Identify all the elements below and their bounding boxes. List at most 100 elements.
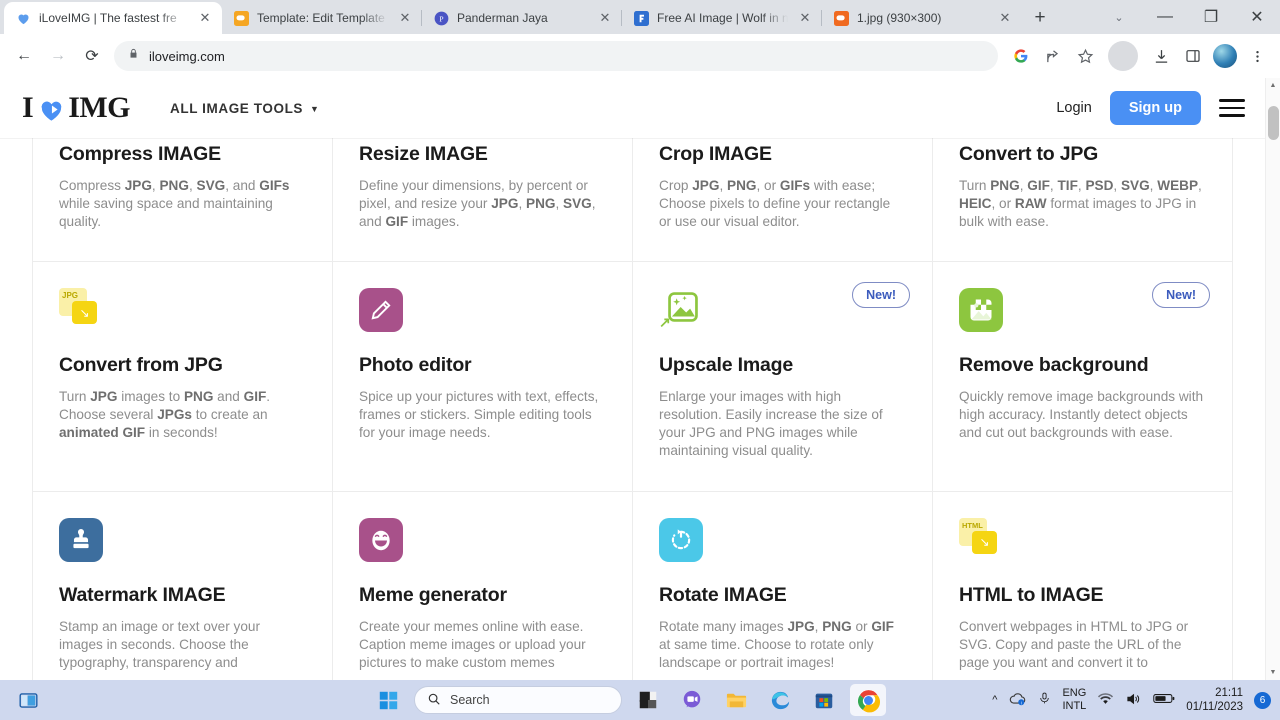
browser-tab-4-title: Free AI Image | Wolf in n [657, 11, 788, 25]
tool-card[interactable]: Crop IMAGE Crop JPG, PNG, or GIFs with ea… [633, 138, 933, 263]
close-window-button[interactable]: ✕ [1234, 0, 1280, 34]
new-tab-button[interactable]: + [1026, 4, 1054, 32]
close-icon[interactable]: ✕ [996, 9, 1014, 27]
tool-card-description: Define your dimensions, by percent or pi… [359, 178, 596, 230]
browser-tab-1[interactable]: iLoveIMG | The fastest fre ✕ [4, 2, 222, 34]
tool-card[interactable]: ↗↖Compress IMAGECompress JPG, PNG, SVG, … [33, 138, 333, 263]
maximize-button[interactable]: ❐ [1188, 0, 1234, 34]
browser-tab-5-title: 1.jpg (930×300) [857, 11, 942, 25]
google-icon[interactable] [1006, 41, 1036, 71]
browser-tab-3[interactable]: P Panderman Jaya ✕ [422, 2, 622, 34]
tool-card[interactable]: New! Remove background Quickly remove imag… [933, 262, 1233, 492]
taskbar-search-placeholder: Search [450, 693, 490, 707]
panderman-icon: P [433, 10, 449, 26]
tool-card[interactable]: Meme generator Create your memes online w… [333, 491, 633, 680]
browser-tab-2[interactable]: Template: Edit Template ✕ [222, 2, 422, 34]
toolbar-divider [1108, 41, 1138, 71]
minimize-button[interactable]: — [1142, 0, 1188, 34]
site-header: I IMG ALL IMAGE TOOLS ▼ Login Sign up [0, 78, 1265, 138]
tool-card-title: Rotate IMAGE [659, 583, 787, 606]
scroll-down-arrow-icon[interactable]: ▼ [1266, 665, 1280, 680]
tool-card-title: Compress IMAGE [59, 143, 221, 165]
chrome-menu-icon[interactable] [1242, 41, 1272, 71]
google-chrome-icon[interactable] [850, 684, 886, 716]
taskbar-tray: ^ i ENG INTL 21:11 01/11/2023 6 [992, 686, 1280, 715]
meme-face-icon [359, 517, 403, 562]
windows-taskbar: Search ^ i ENG INTL 21:11 01/11/2023 6 [0, 680, 1280, 720]
header-actions: Login Sign up [1056, 91, 1245, 125]
taskbar-search-box[interactable]: Search [414, 686, 622, 714]
onedrive-icon[interactable]: i [1008, 691, 1027, 709]
tool-card-description: Rotate many images JPG, PNG or GIF at sa… [659, 618, 894, 670]
bookmark-star-icon[interactable] [1070, 41, 1100, 71]
taskbar-clock[interactable]: 21:11 01/11/2023 [1186, 686, 1243, 715]
task-view-icon[interactable] [10, 684, 46, 716]
close-icon[interactable]: ✕ [396, 9, 414, 27]
tool-card[interactable]: Photo editor Spice up your pictures with … [333, 262, 633, 492]
microphone-icon[interactable] [1038, 691, 1051, 709]
all-image-tools-menu[interactable]: ALL IMAGE TOOLS ▼ [170, 101, 320, 116]
svg-text:P: P [439, 14, 443, 23]
file-explorer-icon[interactable] [718, 684, 754, 716]
language-indicator[interactable]: ENG INTL [1062, 687, 1086, 713]
browser-tab-5[interactable]: 1.jpg (930×300) ✕ [822, 2, 1022, 34]
scrollbar-thumb[interactable] [1268, 106, 1279, 140]
tool-card[interactable]: New! ↗ Upscale Image Enlarge your images wi… [633, 262, 933, 492]
volume-icon[interactable] [1125, 692, 1142, 709]
hamburger-menu-icon[interactable] [1219, 99, 1245, 117]
file-explorer-dark-icon[interactable] [630, 684, 666, 716]
close-icon[interactable]: ✕ [196, 9, 214, 27]
address-bar-url: iloveimg.com [149, 48, 225, 64]
wifi-icon[interactable] [1097, 692, 1114, 709]
tool-card-description: Quickly remove image backgrounds with hi… [959, 389, 1204, 441]
svg-text:i: i [1021, 701, 1022, 706]
taskbar-center: Search [370, 684, 992, 716]
tool-card-description: Spice up your pictures with text, effect… [359, 389, 599, 441]
tool-card[interactable]: Watermark IMAGE Stamp an image or text ov… [33, 491, 333, 680]
tool-card-title: Watermark IMAGE [59, 583, 226, 606]
tool-card[interactable]: JPGConvert to JPGTurn PNG, GIF, TIF, PSD… [933, 138, 1233, 263]
page-scrollbar[interactable]: ▲ ▼ [1265, 78, 1280, 680]
tool-card[interactable]: JPG ↘ Convert from JPG Turn JPG images to P… [33, 262, 333, 492]
profile-avatar-icon[interactable] [1210, 41, 1240, 71]
remove-background-icon [959, 288, 1003, 333]
tool-card[interactable]: Resize IMAGE Define your dimensions, by p… [333, 138, 633, 263]
blogger-icon [233, 10, 249, 26]
tool-card-description: Enlarge your images with high resolution… [659, 389, 883, 459]
reload-button[interactable]: ⟳ [76, 40, 108, 72]
windows-start-icon[interactable] [370, 684, 406, 716]
signup-button[interactable]: Sign up [1109, 91, 1201, 125]
battery-icon[interactable] [1153, 692, 1175, 708]
tray-chevron-icon[interactable]: ^ [992, 694, 997, 706]
tab-search-chevron-icon[interactable]: ⌄ [1096, 0, 1142, 34]
all-image-tools-label: ALL IMAGE TOOLS [170, 100, 304, 116]
chevron-down-icon: ▼ [310, 104, 320, 114]
browser-tab-2-title: Template: Edit Template [257, 11, 385, 25]
tool-card-title: Convert from JPG [59, 354, 223, 377]
scroll-up-arrow-icon[interactable]: ▲ [1266, 78, 1280, 93]
share-icon[interactable] [1038, 41, 1068, 71]
new-badge: New! [1152, 282, 1210, 309]
iloveimg-logo[interactable]: I IMG [22, 91, 131, 125]
login-button[interactable]: Login [1056, 100, 1091, 116]
side-panel-icon[interactable] [1178, 41, 1208, 71]
tool-card[interactable]: Rotate IMAGE Rotate many images JPG, PNG … [633, 491, 933, 680]
downloads-icon[interactable] [1146, 41, 1176, 71]
clock-time: 21:11 [1215, 686, 1243, 699]
new-badge: New! [852, 282, 910, 309]
messenger-icon[interactable] [674, 684, 710, 716]
browser-tab-1-title: iLoveIMG | The fastest fre [39, 11, 177, 25]
blogger-orange-icon [833, 10, 849, 26]
microsoft-store-icon[interactable] [806, 684, 842, 716]
tool-card[interactable]: HTML ↘ HTML to IMAGE Convert webpages in HT… [933, 491, 1233, 680]
browser-tab-3-title: Panderman Jaya [457, 11, 548, 25]
tool-card-description: Compress JPG, PNG, SVG, and GIFs while s… [59, 178, 290, 230]
address-bar[interactable]: iloveimg.com [114, 41, 998, 71]
back-button[interactable]: ← [8, 40, 40, 72]
forward-button[interactable]: → [42, 40, 74, 72]
microsoft-edge-icon[interactable] [762, 684, 798, 716]
close-icon[interactable]: ✕ [796, 9, 814, 27]
close-icon[interactable]: ✕ [596, 9, 614, 27]
notification-badge[interactable]: 6 [1254, 691, 1271, 709]
browser-tab-4[interactable]: Free AI Image | Wolf in n ✕ [622, 2, 822, 34]
